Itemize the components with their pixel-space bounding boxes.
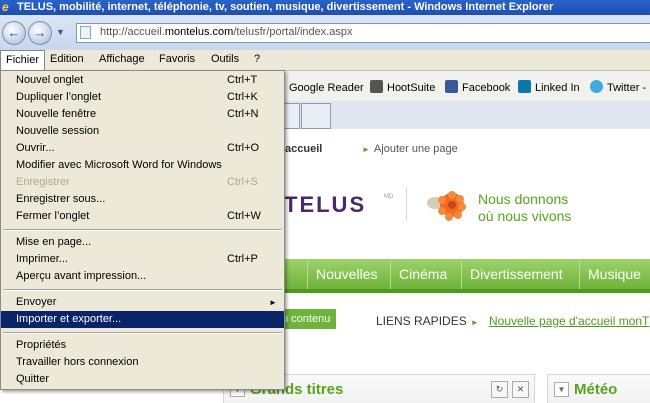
logo-divider [406, 187, 407, 221]
menu-item-print[interactable]: Imprimer... Ctrl+P [1, 251, 284, 268]
menu-item-work-offline[interactable]: Travailler hors connexion [1, 354, 284, 371]
page-icon [80, 26, 91, 39]
nav-divertissement[interactable]: Divertissement [461, 259, 571, 289]
menu-item-edit-with-word[interactable]: Modifier avec Microsoft Word for Windows [1, 157, 284, 174]
nav-nouvelles[interactable]: Nouvelles [307, 259, 385, 289]
linkedin-icon [518, 80, 531, 93]
favorite-twitter[interactable]: Twitter - [590, 80, 646, 94]
nav-underline [222, 289, 650, 293]
menu-item-quit[interactable]: Quitter [1, 371, 284, 388]
facebook-icon [445, 80, 458, 93]
menu-item-properties[interactable]: Propriétés [1, 337, 284, 354]
nav-musique[interactable]: Musique [579, 259, 649, 289]
tagline: Nous donnons où nous vivons [478, 191, 572, 224]
quick-links[interactable]: LIENS RAPIDES ► [376, 314, 479, 328]
menu-item-page-setup[interactable]: Mise en page... [1, 234, 284, 251]
web-page: accueil ► Ajouter une page TELUS MD Nous … [222, 129, 650, 403]
menu-item-close-tab[interactable]: Fermer l’onglet Ctrl+W [1, 208, 284, 225]
telus-logo[interactable]: TELUS [284, 192, 366, 218]
favorite-facebook[interactable]: Facebook [445, 80, 510, 94]
weather-title: Météo [574, 381, 618, 398]
menu-item-send[interactable]: Envoyer ► [1, 294, 284, 311]
menu-item-duplicate-tab[interactable]: Dupliquer l’onglet Ctrl+K [1, 89, 284, 106]
favorite-linkedin[interactable]: Linked In [518, 80, 580, 94]
refresh-icon[interactable]: ↻ [491, 381, 508, 398]
menu-item-open[interactable]: Ouvrir... Ctrl+O [1, 140, 284, 157]
menu-item-new-window[interactable]: Nouvelle fenêtre Ctrl+N [1, 106, 284, 123]
menu-affichage[interactable]: Affichage [94, 50, 150, 69]
recent-pages-dropdown-icon[interactable]: ▼ [56, 27, 65, 37]
weather-panel: ▼ Météo [547, 374, 650, 403]
arrow-right-icon: ► [362, 145, 370, 154]
favorite-hootsuite[interactable]: HootSuite [370, 80, 435, 94]
collapse-icon[interactable]: ▼ [554, 382, 569, 397]
tab-current[interactable] [284, 103, 300, 129]
forward-button[interactable]: → [28, 21, 52, 45]
menu-separator [3, 332, 282, 334]
menu-bar: Fichier Edition Affichage Favoris Outils… [0, 50, 650, 71]
internet-explorer-icon: e [2, 0, 9, 14]
menu-edition[interactable]: Edition [45, 50, 89, 69]
twitter-icon [590, 80, 603, 93]
submenu-arrow-icon: ► [269, 298, 277, 307]
new-home-page-link[interactable]: Nouvelle page d'accueil monT [489, 314, 649, 328]
navigation-toolbar: ← → ▼ http://accueil.montelus.com/telusf… [0, 15, 650, 50]
menu-item-save: Enregistrer Ctrl+S [16, 176, 258, 188]
menu-item-new-session[interactable]: Nouvelle session [1, 123, 284, 140]
menu-separator [3, 289, 282, 291]
window-title-bar: e TELUS, mobilité, internet, téléphonie, … [0, 0, 650, 15]
back-arrow-icon: ← [7, 25, 21, 40]
window-title: TELUS, mobilité, internet, téléphonie, t… [17, 1, 554, 13]
menu-item-print-preview[interactable]: Aperçu avant impression... [1, 268, 284, 285]
menu-item-save-as[interactable]: Enregistrer sous... [1, 191, 284, 208]
back-button[interactable]: ← [2, 21, 26, 45]
menu-fichier[interactable]: Fichier [0, 50, 46, 70]
menu-favoris[interactable]: Favoris [154, 50, 200, 69]
close-icon[interactable]: ✕ [512, 381, 529, 398]
address-bar[interactable]: http://accueil.montelus.com/telusfr/port… [76, 23, 650, 43]
main-navigation: eil Nouvelles Cinéma Divertissement Musi… [222, 259, 650, 289]
menu-help[interactable]: ? [249, 50, 265, 69]
add-page-link[interactable]: ► Ajouter une page [362, 143, 458, 155]
favorite-google-reader[interactable]: Google Reader [272, 80, 364, 94]
nav-cinema[interactable]: Cinéma [390, 259, 455, 289]
address-url[interactable]: http://accueil.montelus.com/telusfr/port… [100, 26, 353, 38]
menu-item-new-tab[interactable]: Nouvel onglet Ctrl+T [1, 72, 284, 89]
new-tab-button[interactable] [301, 103, 331, 129]
forward-arrow-icon: → [33, 25, 47, 40]
menu-separator [3, 229, 282, 231]
arrow-right-icon: ► [470, 318, 479, 327]
flower-illustration [427, 191, 466, 221]
menu-item-import-export[interactable]: Importer et exporter... [1, 311, 284, 328]
file-menu-dropdown: Nouvel onglet Ctrl+T Dupliquer l’onglet Ct… [0, 70, 285, 390]
menu-outils[interactable]: Outils [206, 50, 244, 69]
hootsuite-owl-icon [370, 80, 383, 93]
logo-trademark: MD [384, 194, 394, 200]
home-link[interactable]: accueil [285, 143, 322, 155]
skip-to-content-button[interactable]: u contenu [278, 309, 337, 329]
